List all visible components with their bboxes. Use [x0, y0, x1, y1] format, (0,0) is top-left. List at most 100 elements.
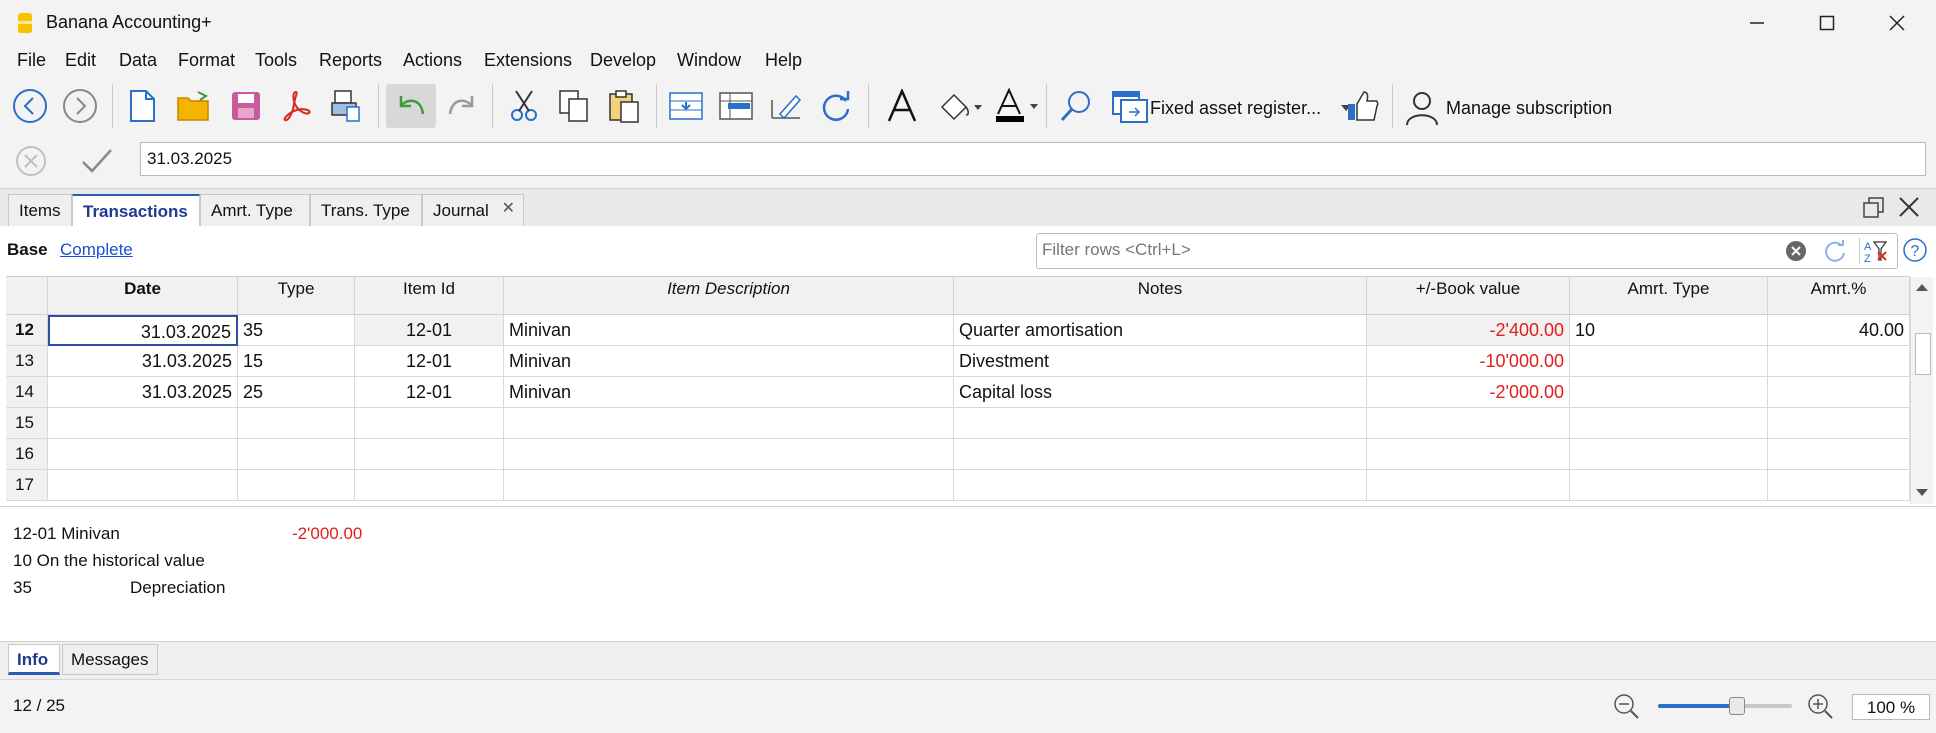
- cut-button[interactable]: [502, 84, 546, 128]
- table-cell-date[interactable]: [48, 408, 238, 439]
- save-button[interactable]: [224, 84, 268, 128]
- fill-color-button[interactable]: [934, 84, 986, 128]
- font-button[interactable]: [880, 84, 924, 128]
- table-cell-notes[interactable]: Quarter amortisation: [954, 315, 1367, 346]
- pdf-button[interactable]: [274, 84, 318, 128]
- column-header-amrt-pct[interactable]: Amrt.%: [1768, 277, 1910, 315]
- table-cell-date[interactable]: 31.03.2025: [48, 346, 238, 377]
- zoom-slider[interactable]: [1658, 694, 1792, 718]
- close-table-button[interactable]: [1898, 196, 1920, 223]
- view-complete[interactable]: Complete: [60, 240, 133, 260]
- detach-button[interactable]: [1862, 196, 1886, 225]
- table-cell-date[interactable]: 31.03.2025: [48, 377, 238, 408]
- table-cell-description[interactable]: [504, 408, 954, 439]
- tab-amrt-type[interactable]: Amrt. Type: [200, 194, 310, 226]
- print-button[interactable]: [324, 84, 368, 128]
- manage-subscription-button[interactable]: Manage subscription: [1404, 90, 1612, 126]
- table-cell-book-value[interactable]: -10'000.00: [1367, 346, 1570, 377]
- scroll-down-icon[interactable]: [1911, 485, 1933, 501]
- column-header-item-id[interactable]: Item Id: [355, 277, 504, 315]
- table-cell-date[interactable]: [48, 439, 238, 470]
- table-cell-item-id[interactable]: 12-01: [355, 377, 504, 408]
- table-cell-description[interactable]: [504, 439, 954, 470]
- insert-row-button[interactable]: [714, 84, 758, 128]
- table-cell-amrt-type[interactable]: 10: [1570, 315, 1768, 346]
- column-header-notes[interactable]: Notes: [954, 277, 1367, 315]
- menu-data[interactable]: Data: [119, 50, 157, 71]
- minimize-button[interactable]: [1722, 0, 1792, 46]
- table-cell-amrt-type[interactable]: [1570, 408, 1768, 439]
- menu-help[interactable]: Help: [765, 50, 802, 71]
- close-window-button[interactable]: [1862, 0, 1932, 46]
- tab-info[interactable]: Info: [8, 644, 60, 675]
- menu-format[interactable]: Format: [178, 50, 235, 71]
- table-cell-type[interactable]: [238, 470, 355, 501]
- text-color-button[interactable]: [990, 84, 1042, 128]
- filter-rows-input[interactable]: Filter rows <Ctrl+L> AZ: [1036, 233, 1898, 269]
- table-cell-notes[interactable]: Divestment: [954, 346, 1367, 377]
- table-cell-amrt-type[interactable]: [1570, 377, 1768, 408]
- table-cell-notes[interactable]: Capital loss: [954, 377, 1367, 408]
- copy-button[interactable]: [552, 84, 596, 128]
- table-cell-amrt-type[interactable]: [1570, 346, 1768, 377]
- menu-actions[interactable]: Actions: [403, 50, 462, 71]
- find-button[interactable]: [1054, 84, 1098, 128]
- table-cell-amrt-pct[interactable]: [1768, 470, 1910, 501]
- vertical-scrollbar[interactable]: [1910, 277, 1933, 504]
- scrollbar-thumb[interactable]: [1915, 333, 1931, 375]
- table-cell-notes[interactable]: [954, 439, 1367, 470]
- table-cell-book-value[interactable]: [1367, 408, 1570, 439]
- table-cell-notes[interactable]: [954, 408, 1367, 439]
- maximize-button[interactable]: [1792, 0, 1862, 46]
- column-header-item-description[interactable]: Item Description: [504, 277, 954, 315]
- cell-edit-input[interactable]: 31.03.2025: [140, 142, 1926, 176]
- table-cell-description[interactable]: Minivan: [504, 346, 954, 377]
- tab-journal[interactable]: Journal ✕: [422, 194, 524, 226]
- menu-develop[interactable]: Develop: [590, 50, 656, 71]
- table-cell-amrt-pct[interactable]: [1768, 377, 1910, 408]
- close-tab-icon[interactable]: ✕: [502, 193, 515, 225]
- sort-filter-button[interactable]: AZ: [1859, 238, 1890, 265]
- table-cell-type[interactable]: 15: [238, 346, 355, 377]
- column-header-type[interactable]: Type: [238, 277, 355, 315]
- report-selector-dropdown[interactable]: Fixed asset register...: [1150, 94, 1353, 122]
- new-file-button[interactable]: [120, 84, 164, 128]
- zoom-level-field[interactable]: 100 %: [1852, 694, 1930, 720]
- help-button[interactable]: ?: [1902, 237, 1928, 268]
- table-cell-notes[interactable]: [954, 470, 1367, 501]
- table-cell-book-value[interactable]: [1367, 439, 1570, 470]
- table-cell-book-value[interactable]: [1367, 470, 1570, 501]
- table-cell-date[interactable]: 31.03.2025: [48, 315, 238, 346]
- tab-messages[interactable]: Messages: [62, 644, 158, 675]
- confirm-edit-button[interactable]: [80, 146, 114, 181]
- table-cell-date[interactable]: [48, 470, 238, 501]
- menu-extensions[interactable]: Extensions: [484, 50, 572, 71]
- table-cell-book-value[interactable]: -2'400.00: [1367, 315, 1570, 346]
- table-cell-item-id[interactable]: [355, 408, 504, 439]
- table-cell-item-id[interactable]: [355, 439, 504, 470]
- column-header-amrt-type[interactable]: Amrt. Type: [1570, 277, 1768, 315]
- open-file-button[interactable]: [172, 84, 216, 128]
- table-cell-item-id[interactable]: 12-01: [355, 346, 504, 377]
- table-cell-type[interactable]: 35: [238, 315, 355, 346]
- column-header-book-value[interactable]: +/-Book value: [1367, 277, 1570, 315]
- zoom-in-button[interactable]: [1806, 692, 1834, 725]
- menu-tools[interactable]: Tools: [255, 50, 297, 71]
- table-cell-type[interactable]: [238, 439, 355, 470]
- zoom-thumb[interactable]: [1729, 697, 1745, 715]
- table-cell-amrt-pct[interactable]: [1768, 346, 1910, 377]
- table-cell-type[interactable]: 25: [238, 377, 355, 408]
- menu-file[interactable]: File: [17, 50, 46, 71]
- redo-button[interactable]: [440, 84, 484, 128]
- clear-filter-button[interactable]: [1785, 240, 1807, 267]
- column-header-date[interactable]: Date: [48, 277, 238, 315]
- edit-row-button[interactable]: [764, 84, 808, 128]
- tab-trans-type[interactable]: Trans. Type: [310, 194, 422, 226]
- menu-reports[interactable]: Reports: [319, 50, 382, 71]
- table-cell-amrt-pct[interactable]: [1768, 439, 1910, 470]
- tab-transactions[interactable]: Transactions: [72, 194, 200, 227]
- table-cell-amrt-type[interactable]: [1570, 470, 1768, 501]
- paste-button[interactable]: [602, 84, 646, 128]
- table-cell-type[interactable]: [238, 408, 355, 439]
- table-cell-item-id[interactable]: 12-01: [355, 315, 504, 346]
